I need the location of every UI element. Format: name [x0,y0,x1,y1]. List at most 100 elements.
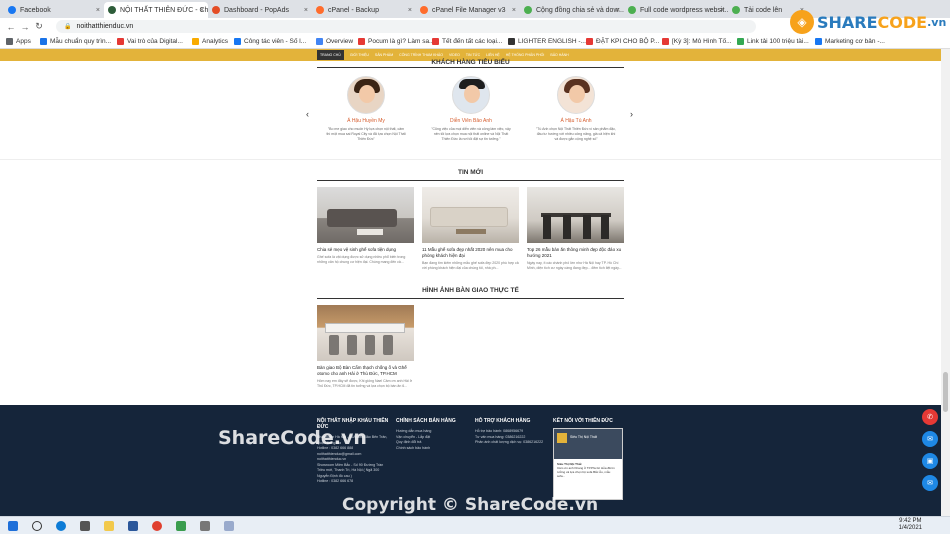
news-card[interactable]: Chia sẻ mẹo vệ sinh ghế sofa tiện dụng G… [317,187,414,265]
footer-support-lines: Hỗ trợ bảo hành: 0868956679 Tư vấn mua hà… [475,429,549,446]
handover-title: HÌNH ẢNH BÀN GIAO THỰC TẾ [422,287,519,294]
handover-thumbnail[interactable] [317,305,414,361]
site-nav-item[interactable]: VIDEO [449,53,460,57]
footer-line[interactable]: Chính sách bảo hành [396,446,470,452]
footer-policy-title: CHÍNH SÁCH BÁN HÀNG [396,418,456,424]
close-icon[interactable]: × [96,7,100,14]
facebook-page-widget[interactable]: Siêu Thị Nội Thất Siêu Thị Nội Thất Cảm … [553,428,623,500]
footer-connect-title: KẾT NỐI VỚI THIÊN ĐỨC [553,418,613,424]
site-nav-item[interactable]: LIÊN HỆ [486,53,500,57]
app-icon[interactable] [200,521,210,531]
zalo-icon[interactable]: ▣ [922,453,938,469]
browser-tab[interactable]: cPanel File Manager v3 × [416,2,520,18]
search-icon[interactable] [32,521,42,531]
app-icon[interactable] [176,521,186,531]
news-thumbnail[interactable] [317,187,414,243]
bookmark-favicon-icon [234,38,241,45]
browser-tab[interactable]: NỘI THẤT THIÊN ĐỨC - Ch... × [104,2,208,18]
task-view-icon[interactable] [80,521,90,531]
handover-item-title[interactable]: Bàn giao Bộ Bàn Cẩm thạch chống ố và Ghế… [317,365,414,377]
edge-icon[interactable] [56,521,66,531]
bookmark-item[interactable]: Marketing cơ bản -... [815,38,885,45]
site-nav-item[interactable]: GIỚI THIỆU [350,53,369,57]
news-item-title[interactable]: Top 26 mẫu bàn ăn thông minh đẹp độc đáo… [527,247,624,259]
chrome-icon[interactable] [152,521,162,531]
sharecode-logo-icon: ◈ [790,10,814,34]
close-icon[interactable]: × [200,7,204,14]
bookmark-item[interactable]: Tết đến tất các loại... [432,38,502,45]
close-icon[interactable]: × [304,7,308,14]
page-scrollbar[interactable] [941,49,950,516]
logo-text-code: CODE [877,12,928,32]
bookmark-item[interactable]: ĐẶT KPI CHO BỘ P... [586,38,659,45]
footer-support-title: HỖ TRỢ KHÁCH HÀNG [475,418,531,424]
bookmark-item[interactable]: Mẫu chuẩn quy trìn... [40,38,111,45]
bookmark-item[interactable]: Vai trò của Digital... [117,38,183,45]
tab-favicon-icon [316,6,324,14]
news-thumbnail[interactable] [527,187,624,243]
site-nav-item[interactable]: CÔNG TRÌNH THAM KHẢO [399,53,443,57]
close-icon[interactable]: × [512,7,516,14]
system-clock[interactable]: 9:42 PM 1/4/2021 [899,518,922,532]
close-icon[interactable]: × [720,7,724,14]
phone-icon[interactable]: ✆ [922,409,938,425]
word-icon[interactable] [128,521,138,531]
bookmark-label: Apps [16,38,31,45]
browser-tab[interactable]: Facebook × [4,2,104,18]
bookmark-item[interactable]: Pocum là gì? Làm sa... [358,38,434,45]
tab-favicon-icon [628,6,636,14]
messenger-icon[interactable]: ✉ [922,431,938,447]
email-icon[interactable]: ✉ [922,475,938,491]
site-nav-item[interactable]: BẢO HÀNH [550,53,568,57]
site-nav-item[interactable]: TIN TỨC [466,53,480,57]
close-icon[interactable]: × [616,7,620,14]
browser-tab[interactable]: cPanel - Backup × [312,2,416,18]
facebook-post-text: Cảm ơn anh Khang ở TP.Phước Hỏa đã tin t… [557,466,615,478]
handover-card[interactable]: Bàn giao Bộ Bàn Cẩm thạch chống ố và Ghế… [317,305,414,389]
bookmark-favicon-icon [40,38,47,45]
bookmark-item[interactable]: Link tải 100 triệu tài... [737,38,809,45]
forward-arrow-icon[interactable]: → [18,22,32,32]
browser-tab[interactable]: Dashboard - PopAds × [208,2,312,18]
bookmark-item[interactable]: Analytics [192,38,228,45]
bookmark-label: Tết đến tất các loại... [442,38,503,45]
site-nav-item[interactable]: HỆ THỐNG PHÂN PHỐI [506,53,545,57]
close-icon[interactable]: × [408,7,412,14]
sharecode-copyright-watermark: Copyright © ShareCode.vn [342,495,599,515]
back-arrow-icon[interactable]: ← [4,22,18,32]
news-card[interactable]: 11 Mẫu ghế sofa đẹp nhất 2020 nên mua ch… [422,187,519,271]
bookmark-item[interactable]: Công tác viên - Số l... [234,38,306,45]
testimonial-card: Á Hậu Huyền My "Bo me giao cho muốn Hỷ l… [326,76,406,142]
bookmark-item[interactable]: Overview [316,38,353,45]
windows-start-icon[interactable] [8,521,18,531]
bookmark-label: Link tải 100 triệu tài... [747,38,809,45]
handover-item-excerpt: Hôm nay em đây sẽ được, Khi giống Nael C… [317,379,413,388]
browser-tab[interactable]: Cộng đồng chia sẻ và dow... × [520,2,624,18]
footer-line: Hotline : 0382 666 678 [317,479,354,483]
bookmark-item[interactable]: [Kỳ 3]: Mô Hình Tố... [662,38,732,45]
bookmark-item[interactable]: LIGHTER ENGLISH -... [508,38,586,45]
bookmark-item[interactable]: Apps [6,38,31,45]
scrollbar-thumb[interactable] [943,372,948,412]
browser-tab[interactable]: Full code wordpress websit... × [624,2,728,18]
news-card[interactable]: Top 26 mẫu bàn ăn thông minh đẹp độc đáo… [527,187,624,271]
news-item-excerpt: Ghế sofa là vật dụng được sử dụng nhiều … [317,255,406,264]
bookmark-label: LIGHTER ENGLISH -... [518,38,586,45]
reload-icon[interactable]: ↻ [32,21,46,32]
news-item-title[interactable]: Chia sẻ mẹo vệ sinh ghế sofa tiện dụng [317,247,414,253]
site-nav-item[interactable]: SẢN PHẨM [375,53,393,57]
testimonial-quote: "Cũng việc của mọi diễn viên và công làm… [431,127,511,141]
file-explorer-icon[interactable] [104,521,114,531]
carousel-prev-icon[interactable]: ‹ [306,109,309,119]
testimonial-name: Diễn Viên Bảo Anh [450,118,492,124]
tab-favicon-icon [524,6,532,14]
news-item-title[interactable]: 11 Mẫu ghế sofa đẹp nhất 2020 nên mua ch… [422,247,519,259]
carousel-next-icon[interactable]: › [630,109,633,119]
footer-policy-links: Hướng dẫn mua hàng Vận chuyển - Lắp đặt Qu… [396,429,470,451]
news-thumbnail[interactable] [422,187,519,243]
address-bar[interactable]: 🔒 noithatthienduc.vn [56,20,756,33]
logo-text-share: SHARE [817,12,878,32]
bookmark-favicon-icon [192,38,199,45]
news-title: TIN MỚI [457,169,484,176]
app-icon[interactable] [224,521,234,531]
